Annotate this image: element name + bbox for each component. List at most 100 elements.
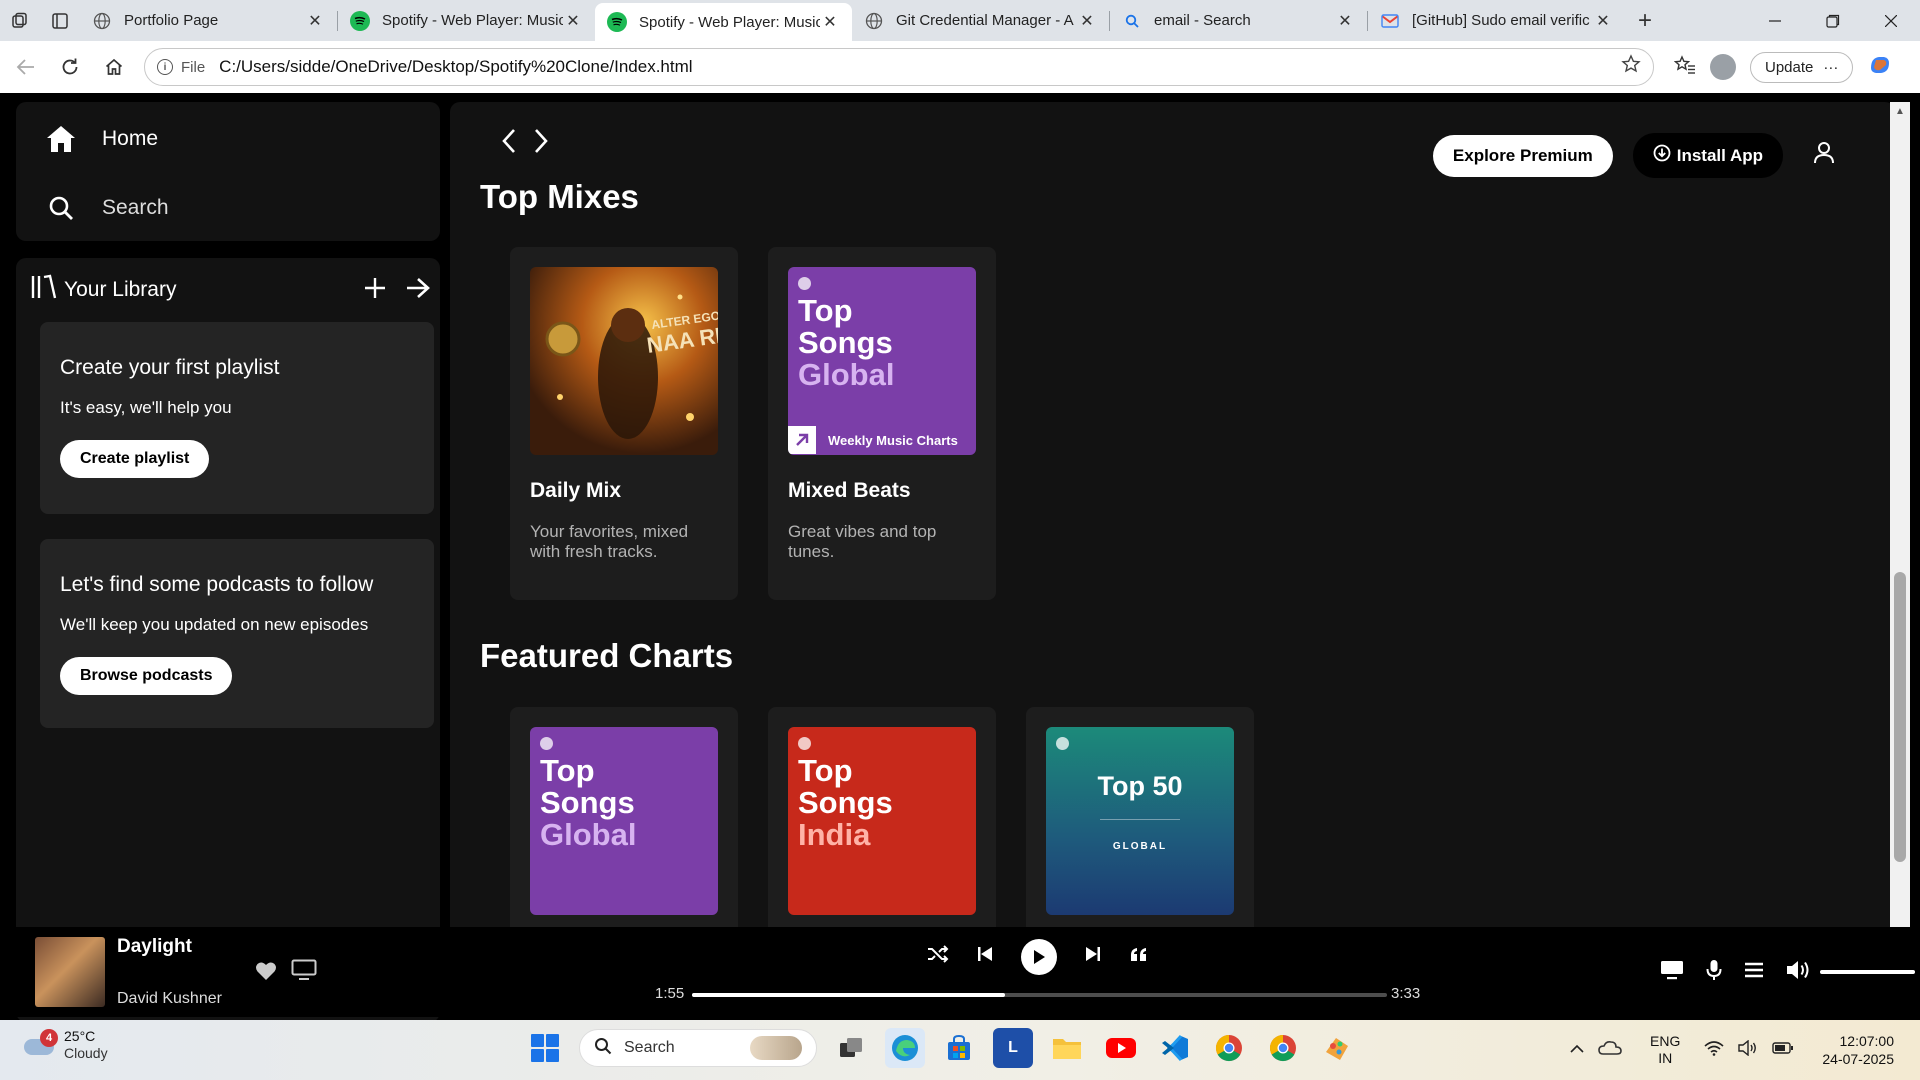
library-label[interactable]: Your Library <box>64 278 176 302</box>
tab-spotify-1[interactable]: Spotify - Web Player: Music ✕ <box>338 0 595 41</box>
close-icon[interactable]: ✕ <box>1335 11 1355 31</box>
edge-icon[interactable] <box>885 1028 925 1068</box>
spotify-logo-icon <box>540 737 553 750</box>
add-icon[interactable] <box>364 274 386 306</box>
store-icon[interactable] <box>939 1028 979 1068</box>
create-playlist-button[interactable]: Create playlist <box>60 440 210 478</box>
tab-git-credential[interactable]: Git Credential Manager - A ✕ <box>852 0 1109 41</box>
wifi-icon <box>1704 1040 1724 1061</box>
address-bar[interactable]: i File C:/Users/sidde/OneDrive/Desktop/S… <box>144 48 1654 86</box>
site-info[interactable]: i File <box>157 59 205 76</box>
minimize-icon[interactable] <box>1746 0 1804 41</box>
close-icon[interactable]: ✕ <box>305 11 325 31</box>
podcast-card-title: Let's find some podcasts to follow <box>60 573 374 596</box>
volume-icon[interactable] <box>1786 959 1812 987</box>
tab-label: [GitHub] Sudo email verific <box>1412 12 1590 29</box>
back-icon[interactable] <box>500 128 518 162</box>
notification-badge: 4 <box>40 1029 58 1047</box>
windows-taskbar: 4 25°C Cloudy Search L ENG IN 12:07:00 2… <box>0 1020 1920 1080</box>
app-l-icon[interactable]: L <box>993 1028 1033 1068</box>
refresh-icon[interactable] <box>48 45 92 89</box>
back-arrow-icon[interactable] <box>4 45 48 89</box>
tab-portfolio[interactable]: Portfolio Page ✕ <box>80 0 337 41</box>
clock[interactable]: 12:07:00 24-07-2025 <box>1822 1032 1894 1068</box>
chrome-profile-icon[interactable] <box>1263 1028 1303 1068</box>
library-icon[interactable] <box>30 274 58 306</box>
profile-avatar[interactable] <box>1710 54 1736 80</box>
mix-card-daily[interactable]: ALTER EGO NAA READY Daily Mix Your favor… <box>510 247 738 600</box>
explore-premium-button[interactable]: Explore Premium <box>1432 134 1613 177</box>
nav-home[interactable]: Home <box>44 122 158 156</box>
arrow-up-right-icon <box>788 426 816 454</box>
monitor-icon[interactable] <box>291 959 317 986</box>
paint-icon[interactable] <box>1317 1028 1357 1068</box>
tab-github-email[interactable]: [GitHub] Sudo email verific ✕ <box>1368 0 1625 41</box>
heart-icon[interactable] <box>255 961 277 987</box>
forward-icon[interactable] <box>532 128 550 162</box>
more-icon[interactable]: ··· <box>1823 59 1838 76</box>
elapsed-time: 1:55 <box>655 985 685 1002</box>
close-window-icon[interactable] <box>1862 0 1920 41</box>
progress-bar[interactable] <box>692 993 1387 997</box>
page-scrollbar[interactable]: ▲ <box>1890 102 1910 1015</box>
tray-status[interactable] <box>1704 1039 1794 1061</box>
lyrics-quote-icon[interactable] <box>1129 946 1149 969</box>
scroll-up-icon[interactable]: ▲ <box>1895 106 1905 117</box>
microphone-icon[interactable] <box>1706 959 1722 987</box>
update-button[interactable]: Update ··· <box>1750 51 1854 83</box>
featured-charts-title: Featured Charts <box>480 637 734 674</box>
url-text[interactable]: C:/Users/sidde/OneDrive/Desktop/Spotify%… <box>219 57 1621 77</box>
taskbar-search[interactable]: Search <box>579 1029 817 1067</box>
browse-podcasts-button[interactable]: Browse podcasts <box>60 657 233 695</box>
new-tab-button[interactable]: + <box>1625 7 1665 35</box>
search-highlight-image <box>750 1036 802 1060</box>
copilot-icon[interactable] <box>1867 52 1893 83</box>
close-icon[interactable]: ✕ <box>820 12 840 32</box>
mix-card-mixed-beats[interactable]: Top Songs Global Weekly Music Charts Mix… <box>768 247 996 600</box>
play-button[interactable] <box>1021 939 1057 975</box>
install-app-button[interactable]: Install App <box>1632 133 1783 178</box>
language-indicator[interactable]: ENG IN <box>1650 1033 1680 1067</box>
workspaces-icon[interactable] <box>0 0 40 41</box>
close-icon[interactable]: ✕ <box>1077 11 1097 31</box>
connect-device-icon[interactable] <box>1660 960 1684 986</box>
weather-widget[interactable]: 4 25°C Cloudy <box>22 1028 108 1062</box>
start-button[interactable] <box>525 1028 565 1068</box>
favorites-icon[interactable] <box>1673 54 1696 80</box>
favorite-star-icon[interactable] <box>1621 54 1641 80</box>
tab-actions-icon[interactable] <box>40 0 80 41</box>
track-title[interactable]: Daylight <box>117 936 192 958</box>
user-icon[interactable] <box>1813 141 1835 170</box>
youtube-icon[interactable] <box>1101 1028 1141 1068</box>
speaker-icon <box>1738 1039 1758 1061</box>
close-icon[interactable]: ✕ <box>563 11 583 31</box>
chevron-up-icon[interactable] <box>1570 1041 1584 1059</box>
task-view-icon[interactable] <box>831 1028 871 1068</box>
tab-label: Spotify - Web Player: Music <box>382 12 563 29</box>
nav-search[interactable]: Search <box>44 191 169 225</box>
onedrive-icon[interactable] <box>1598 1039 1622 1062</box>
address-toolbar: i File C:/Users/sidde/OneDrive/Desktop/S… <box>0 41 1920 93</box>
chrome-icon[interactable] <box>1209 1028 1249 1068</box>
track-artist[interactable]: David Kushner <box>117 990 222 1008</box>
queue-icon[interactable] <box>1744 961 1764 985</box>
search-icon <box>1122 11 1142 31</box>
tab-spotify-2[interactable]: Spotify - Web Player: Music ✕ <box>595 3 852 41</box>
close-icon[interactable]: ✕ <box>1593 11 1613 31</box>
tab-email-search[interactable]: email - Search ✕ <box>1110 0 1367 41</box>
art-text: Top Songs Global <box>540 753 637 852</box>
album-art[interactable] <box>35 937 105 1007</box>
globe-icon <box>92 11 112 31</box>
restore-icon[interactable] <box>1804 0 1862 41</box>
shuffle-icon[interactable] <box>927 945 949 969</box>
next-icon[interactable] <box>1085 945 1101 969</box>
mix-title: Daily Mix <box>530 479 622 502</box>
vscode-icon[interactable] <box>1155 1028 1195 1068</box>
expand-arrow-icon[interactable] <box>406 274 430 306</box>
home-icon[interactable] <box>92 45 136 89</box>
volume-slider[interactable] <box>1820 970 1915 974</box>
chart-art: Top Songs Global <box>530 727 718 915</box>
scrollbar-thumb[interactable] <box>1894 572 1906 862</box>
file-explorer-icon[interactable] <box>1047 1028 1087 1068</box>
previous-icon[interactable] <box>977 945 993 969</box>
